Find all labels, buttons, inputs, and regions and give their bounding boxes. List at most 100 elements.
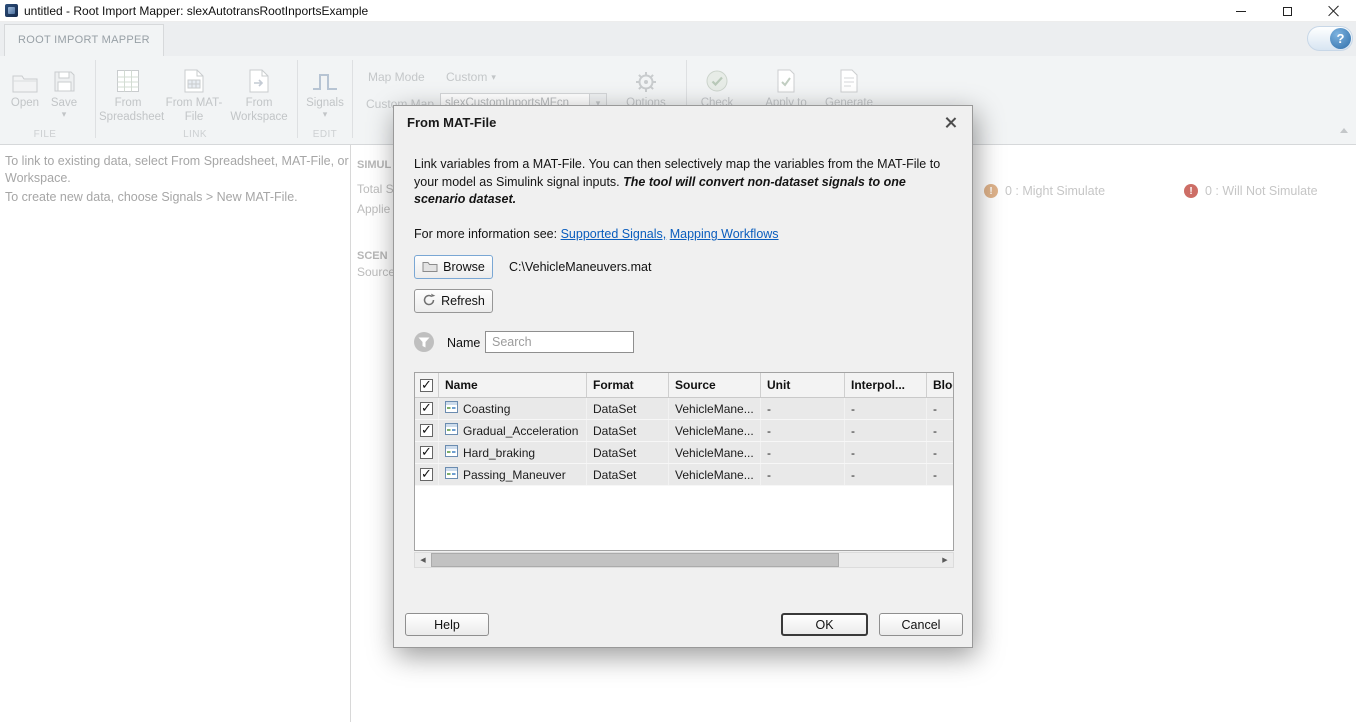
row-checkbox[interactable] (420, 422, 433, 438)
row-checkbox-cell (415, 420, 439, 441)
might-simulate-status: ! 0 : Might Simulate (984, 184, 1105, 198)
save-label: Save (50, 97, 78, 109)
table-header-row: Name Format Source Unit Interpol... Bloc (415, 373, 953, 398)
header-unit[interactable]: Unit (761, 373, 845, 397)
scrollbar-thumb[interactable] (431, 553, 839, 567)
generate-button[interactable]: Generate (820, 61, 878, 110)
window-titlebar: untitled - Root Import Mapper: slexAutot… (0, 0, 1356, 22)
row-interpolation: - (845, 442, 927, 463)
refresh-button[interactable]: Refresh (414, 289, 493, 313)
browse-button[interactable]: Browse (414, 255, 493, 279)
dialog-close-button[interactable] (941, 113, 959, 131)
toolbar-divider (95, 60, 96, 138)
open-button[interactable]: Open (6, 61, 44, 110)
map-mode-dropdown[interactable]: Custom ▾ (446, 70, 496, 84)
dataset-icon (445, 467, 458, 482)
help-button-dialog[interactable]: Help (405, 613, 489, 636)
search-input[interactable] (485, 331, 634, 353)
apply-to-button[interactable]: Apply to (758, 61, 814, 110)
select-all-checkbox[interactable] (420, 377, 433, 393)
select-all-cell (415, 373, 439, 397)
total-signals-label: Total S (357, 182, 393, 196)
help-pill: ? (1307, 26, 1353, 51)
from-workspace-label: From Workspace (230, 97, 288, 123)
row-name-cell: Passing_Maneuver (439, 464, 587, 485)
cancel-button[interactable]: Cancel (879, 613, 963, 636)
scenario-section-label: SCEN (357, 250, 388, 262)
minimize-button[interactable] (1218, 0, 1264, 22)
simulation-section-label: SIMUL (357, 159, 392, 171)
hint-link-existing: To link to existing data, select From Sp… (5, 154, 349, 185)
from-spreadsheet-button[interactable]: From Spreadsheet (99, 61, 164, 124)
from-mat-file-label: From MAT-File (165, 97, 223, 123)
row-name-cell: Coasting (439, 398, 587, 419)
header-block[interactable]: Bloc (927, 373, 953, 397)
browse-label: Browse (443, 260, 485, 274)
close-button[interactable] (1310, 0, 1356, 22)
will-not-simulate-status: ! 0 : Will Not Simulate (1184, 184, 1318, 198)
gear-icon (620, 61, 672, 93)
collapse-ribbon-icon[interactable] (1340, 128, 1348, 133)
table-row[interactable]: Gradual_Acceleration DataSet VehicleMane… (415, 420, 953, 442)
file-group-label: FILE (33, 129, 57, 140)
header-interpolation[interactable]: Interpol... (845, 373, 927, 397)
row-unit: - (761, 442, 845, 463)
row-format: DataSet (587, 420, 669, 441)
scrollbar-track[interactable] (431, 553, 937, 567)
ribbon-tabstrip: ROOT IMPORT MAPPER ? (0, 22, 1356, 56)
spreadsheet-icon (99, 61, 157, 93)
row-checkbox[interactable] (420, 400, 433, 416)
source-label: Source (357, 265, 393, 279)
table-row[interactable]: Coasting DataSet VehicleMane... - - - (415, 398, 953, 420)
table-row[interactable]: Hard_braking DataSet VehicleMane... - - … (415, 442, 953, 464)
minimize-icon (1236, 10, 1246, 12)
header-format[interactable]: Format (587, 373, 669, 397)
mapping-workflows-link[interactable]: Mapping Workflows (670, 227, 779, 241)
toolbar-divider (297, 60, 298, 138)
signal-name: Passing_Maneuver (463, 467, 566, 482)
dialog-description: Link variables from a MAT-File. You can … (414, 156, 960, 209)
save-dropdown-icon[interactable]: ▾ (45, 110, 83, 119)
toolbar-divider (352, 60, 353, 138)
error-icon: ! (1184, 184, 1198, 198)
row-format: DataSet (587, 442, 669, 463)
window-controls (1218, 0, 1356, 21)
row-checkbox-cell (415, 442, 439, 463)
row-interpolation: - (845, 464, 927, 485)
maximize-icon (1282, 6, 1292, 16)
ok-button[interactable]: OK (781, 613, 868, 636)
signals-label: Signals (306, 97, 344, 109)
close-icon (1327, 5, 1339, 17)
row-checkbox[interactable] (420, 466, 433, 482)
hint-create-new: To create new data, choose Signals > New… (5, 190, 298, 204)
from-workspace-button[interactable]: From Workspace (227, 61, 291, 124)
signals-dropdown-icon[interactable]: ▾ (300, 110, 350, 119)
signals-icon (300, 61, 350, 93)
row-checkbox[interactable] (420, 444, 433, 460)
save-button[interactable]: Save ▾ (45, 61, 83, 119)
scroll-right-button[interactable]: ▶ (937, 553, 953, 567)
header-source[interactable]: Source (669, 373, 761, 397)
help-button[interactable]: ? (1330, 28, 1351, 49)
header-name[interactable]: Name (439, 373, 587, 397)
table-row[interactable]: Passing_Maneuver DataSet VehicleMane... … (415, 464, 953, 486)
row-unit: - (761, 420, 845, 441)
scroll-left-button[interactable]: ◀ (415, 553, 431, 567)
tab-root-import-mapper[interactable]: ROOT IMPORT MAPPER (4, 24, 164, 56)
from-mat-file-dialog: From MAT-File Link variables from a MAT-… (393, 105, 973, 648)
row-interpolation: - (845, 398, 927, 419)
applied-label: Applie (357, 202, 391, 216)
edit-group-label: EDIT (312, 129, 338, 140)
more-info-line: For more information see: Supported Sign… (414, 227, 779, 241)
refresh-label: Refresh (441, 294, 485, 308)
row-format: DataSet (587, 398, 669, 419)
more-info-prefix: For more information see: (414, 227, 561, 241)
options-button[interactable]: Options (620, 61, 672, 110)
filter-icon[interactable] (413, 331, 435, 353)
maximize-button[interactable] (1264, 0, 1310, 22)
save-disk-icon (45, 61, 83, 93)
app-icon (5, 4, 18, 17)
signals-button[interactable]: Signals ▾ (300, 61, 350, 119)
from-mat-file-button[interactable]: From MAT-File (163, 61, 225, 124)
supported-signals-link[interactable]: Supported Signals, (561, 227, 667, 241)
